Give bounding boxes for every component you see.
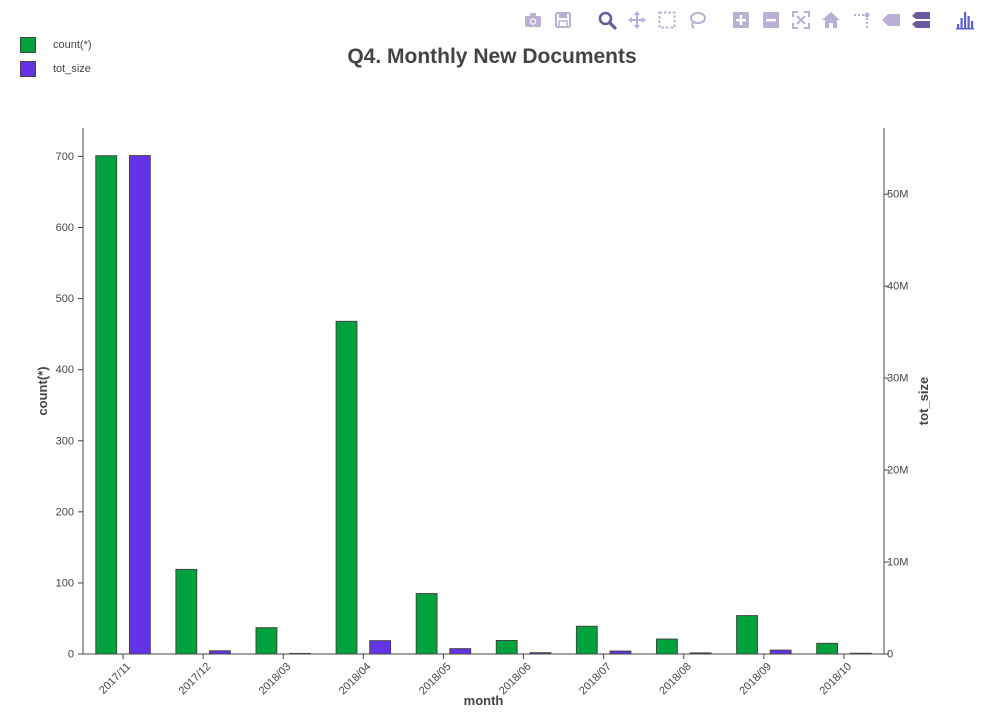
bar-count[interactable] [736,615,758,655]
bar-count[interactable] [575,625,598,655]
x-tick-label: 2018/06 [497,661,534,698]
x-tick-label: 2018/04 [337,661,374,698]
x-tick-label: 2017/12 [177,661,214,698]
box-select-icon[interactable] [656,9,678,31]
chart-area: 0 100 200 300 400 500 600 700 0 10M 20M 30M 40M 50M 20… [35,128,931,708]
y-tick-label: 700 [56,151,74,163]
bar-tot-size[interactable] [449,648,472,655]
bar-count[interactable] [255,627,278,655]
camera-icon[interactable] [522,9,544,31]
lasso-select-icon[interactable] [686,9,708,31]
y-tick-label: 300 [56,435,74,447]
y-tick-label: 600 [56,222,74,234]
y2-axis-title: tot_size [916,377,931,425]
modebar-group [592,9,712,31]
y-tick-label: 500 [56,293,74,305]
x-tick-label: 2018/10 [817,661,854,698]
y-tick-label: 100 [56,577,74,589]
reset-axes-icon[interactable] [820,9,842,31]
bar-tot-size[interactable] [769,649,792,655]
autoscale-icon[interactable] [790,9,812,31]
zoom-icon[interactable] [596,9,618,31]
y2-tick-label: 40M [887,281,908,293]
x-tick-label: 2018/07 [577,661,614,698]
modebar-group [950,9,980,31]
bar-count[interactable] [816,642,839,655]
pan-icon[interactable] [626,9,648,31]
y-axis-title: count(*) [35,366,50,415]
plotly-logo-icon[interactable] [954,9,976,31]
zoom-out-icon[interactable] [760,9,782,31]
x-axis-title: month [464,693,504,708]
y2-tick-label: 0 [887,649,893,661]
modebar [504,6,980,34]
y-tick-label: 200 [56,506,74,518]
y-tick-label: 0 [68,649,74,661]
chart-title: Q4. Monthly New Documents [347,45,637,68]
bar-count[interactable] [335,320,358,655]
spike-lines-icon[interactable] [850,9,872,31]
bar-tot-size[interactable] [369,640,392,655]
y2-tick-label: 20M [887,465,908,477]
modebar-group [518,9,578,31]
bar-count[interactable] [95,155,118,655]
y-tick-label: 400 [56,364,74,376]
bar-tot-size[interactable] [128,155,151,655]
hover-closest-icon[interactable] [880,9,902,31]
save-icon[interactable] [552,9,574,31]
y2-tick-label: 50M [887,189,908,201]
hover-compare-icon[interactable] [910,9,932,31]
bar-count[interactable] [175,568,198,655]
y2-tick-label: 10M [887,557,908,569]
zoom-in-icon[interactable] [730,9,752,31]
x-tick-label: 2018/08 [657,661,694,698]
bar-count[interactable] [415,593,438,655]
x-tick-label: 2018/05 [417,661,454,698]
modebar-group [726,9,936,31]
bar-count[interactable] [656,638,678,655]
x-tick-label: 2018/03 [257,661,294,698]
bar-count[interactable] [495,639,518,655]
y2-tick-label: 30M [887,373,908,385]
x-tick-label: 2018/09 [737,661,774,698]
x-tick-label: 2017/11 [97,661,133,697]
